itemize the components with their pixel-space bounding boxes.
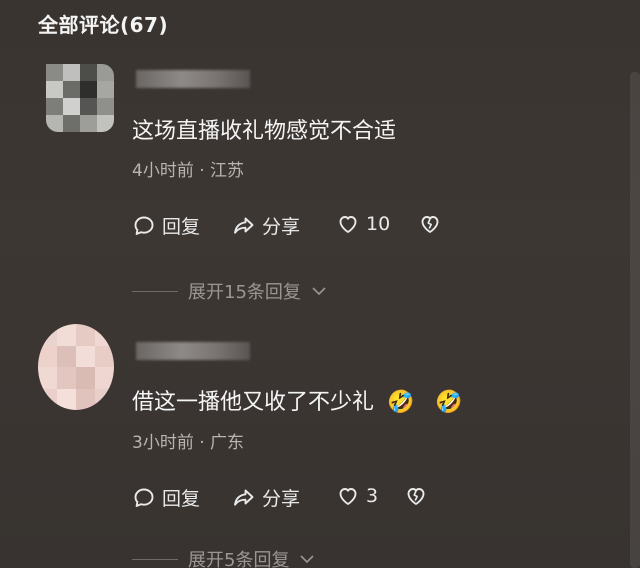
chevron-down-icon xyxy=(300,555,315,564)
like-count: 3 xyxy=(366,485,379,507)
share-button[interactable]: 分享 xyxy=(232,212,300,239)
comment-bubble-icon xyxy=(134,216,154,235)
username-blurred[interactable] xyxy=(136,342,250,360)
expand-replies-label: 展开5条回复 xyxy=(188,550,290,568)
comment-meta: 4小时前 · 江苏 xyxy=(132,161,245,181)
expand-replies-button[interactable]: 展开5条回复 xyxy=(132,546,315,568)
comments-header: 全部评论(67) xyxy=(38,13,169,37)
reply-button[interactable]: 回复 xyxy=(132,484,200,511)
comment-text: 借这一播他又收了不少礼 🤣 🤣 xyxy=(132,384,463,416)
reply-button[interactable]: 回复 xyxy=(132,212,200,239)
broken-heart-icon xyxy=(421,216,439,233)
comment-meta: 3小时前 · 广东 xyxy=(132,433,245,453)
avatar[interactable] xyxy=(46,64,114,132)
heart-icon xyxy=(339,216,357,233)
comment-actions: 回复 分享 10 xyxy=(132,212,552,242)
heart-icon xyxy=(339,488,357,505)
chevron-down-icon xyxy=(312,287,326,296)
expand-replies-label: 展开15条回复 xyxy=(188,282,301,303)
comment-bubble-icon xyxy=(134,488,154,507)
dislike-button[interactable] xyxy=(418,212,442,236)
reply-label: 回复 xyxy=(162,488,201,510)
share-button[interactable]: 分享 xyxy=(232,484,300,511)
scrollbar[interactable] xyxy=(630,72,640,568)
broken-heart-icon xyxy=(407,488,425,505)
like-button[interactable]: 3 xyxy=(336,484,378,508)
comment-actions: 回复 分享 3 xyxy=(132,484,552,514)
share-label: 分享 xyxy=(262,216,301,238)
comment-text-content: 借这一播他又收了不少礼 xyxy=(132,390,375,415)
divider-line xyxy=(132,558,178,560)
expand-replies-button[interactable]: 展开15条回复 xyxy=(132,278,327,304)
comment-text: 这场直播收礼物感觉不合适 xyxy=(132,119,397,144)
share-label: 分享 xyxy=(262,488,301,510)
laughing-emoji-icon: 🤣 xyxy=(435,390,463,415)
username-blurred[interactable] xyxy=(136,70,250,88)
reply-label: 回复 xyxy=(162,216,201,238)
share-arrow-icon xyxy=(234,217,254,234)
dislike-button[interactable] xyxy=(404,484,428,508)
like-count: 10 xyxy=(366,213,391,235)
avatar[interactable] xyxy=(38,324,114,410)
divider-line xyxy=(132,290,178,292)
share-arrow-icon xyxy=(234,489,254,506)
like-button[interactable]: 10 xyxy=(336,212,390,236)
laughing-emoji-icon: 🤣 xyxy=(387,390,415,415)
